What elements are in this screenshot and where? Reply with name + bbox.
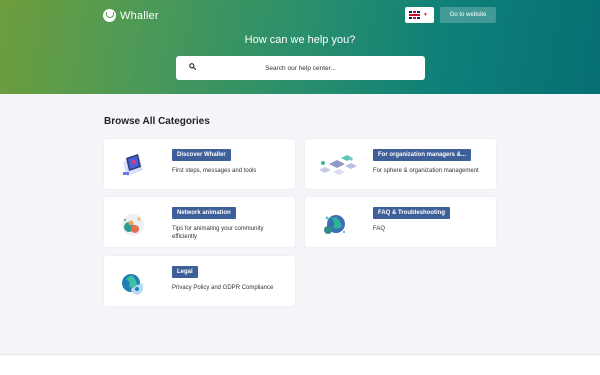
chevron-down-icon: ▼ <box>423 12 428 18</box>
footer <box>0 355 600 375</box>
category-description: First steps, messages and tools <box>172 168 257 174</box>
network-servers-illustration-icon <box>319 155 357 175</box>
category-card-discover[interactable]: Discover Whaller First steps, messages a… <box>104 139 295 189</box>
laptop-illustration-icon <box>123 154 143 176</box>
brand-name: Whaller <box>120 9 159 22</box>
search-box[interactable] <box>176 56 425 80</box>
category-description: For sphere & organization management <box>373 168 479 174</box>
go-to-website-button[interactable]: Go to website <box>440 7 496 23</box>
community-illustration-icon <box>122 214 144 236</box>
language-selector[interactable]: ▼ <box>405 7 434 23</box>
hero-title: How can we help you? <box>244 34 356 46</box>
category-label[interactable]: For organization managers &... <box>373 149 472 161</box>
category-label[interactable]: FAQ & Troubleshooting <box>373 207 450 219</box>
category-description: FAQ <box>373 226 386 232</box>
uk-flag-icon <box>409 11 420 19</box>
category-card-legal[interactable]: Legal Privacy Policy and GDPR Compliance <box>104 256 295 306</box>
category-label[interactable]: Network animation <box>172 207 236 219</box>
category-card-network-animation[interactable]: Network animation Tips for animating you… <box>104 197 295 247</box>
category-label[interactable]: Legal <box>172 266 198 278</box>
category-description: Privacy Policy and GDPR Compliance <box>172 285 274 291</box>
search-icon <box>189 63 196 70</box>
globe-illustration-icon <box>324 215 346 234</box>
category-description: Tips for animating your community effici… <box>172 226 264 241</box>
category-card-org-managers[interactable]: For organization managers &... For spher… <box>305 139 496 189</box>
section-title: Browse All Categories <box>104 116 210 127</box>
search-input[interactable] <box>176 56 425 80</box>
shield-globe-illustration-icon <box>122 274 143 295</box>
hero-banner: Whaller ▼ Go to website How can we help … <box>0 0 600 94</box>
category-card-faq[interactable]: FAQ & Troubleshooting FAQ <box>305 197 496 247</box>
category-label[interactable]: Discover Whaller <box>172 149 231 161</box>
logo[interactable]: Whaller <box>103 9 159 22</box>
whaller-logo-icon <box>103 9 116 22</box>
